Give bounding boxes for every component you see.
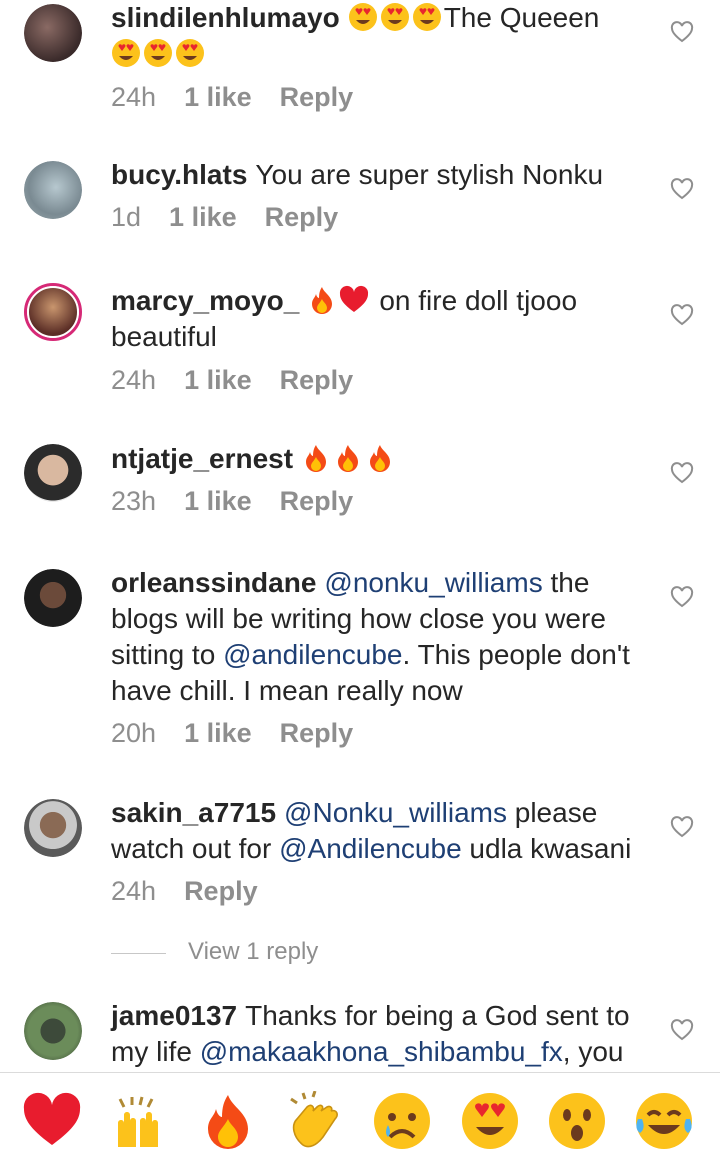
heart-eyes-emoji — [348, 2, 378, 32]
avatar[interactable] — [24, 444, 82, 502]
reply-button[interactable]: Reply — [280, 486, 354, 516]
clapping-hands-icon[interactable] — [285, 1091, 345, 1151]
mention-link[interactable]: @makaakhona_shibambu_fx — [200, 1036, 563, 1067]
comment-text: The Queeen — [443, 2, 600, 33]
heart-eyes-emoji — [143, 38, 173, 68]
avatar[interactable] — [24, 799, 82, 857]
avatar[interactable] — [24, 4, 82, 62]
surprised-face-icon[interactable] — [547, 1091, 607, 1151]
comment-text: , you — [562, 1036, 624, 1067]
red-heart-icon[interactable] — [22, 1091, 82, 1151]
like-count[interactable]: 1 like — [169, 202, 237, 232]
fire-emoji — [307, 285, 337, 315]
mention-link[interactable]: @nonku_williams — [324, 567, 542, 598]
heart-eyes-emoji — [111, 38, 141, 68]
comment-time: 1d — [111, 202, 142, 232]
username[interactable]: ntjatje_ernest — [111, 443, 293, 474]
mention-link[interactable]: @andilencube — [223, 639, 402, 670]
comment-text: beautiful — [111, 321, 217, 352]
fire-icon[interactable] — [198, 1091, 258, 1151]
sad-face-icon[interactable] — [372, 1091, 432, 1151]
username[interactable]: marcy_moyo_ — [111, 285, 299, 316]
username[interactable]: orleanssindane — [111, 567, 316, 598]
username[interactable]: jame0137 — [111, 1000, 237, 1031]
like-count[interactable]: 1 like — [184, 82, 252, 112]
heart-eyes-icon[interactable] — [460, 1091, 520, 1151]
red-heart-emoji — [339, 285, 369, 315]
tears-of-joy-icon[interactable] — [634, 1091, 694, 1151]
comment-time: 20h — [111, 718, 157, 748]
heart-eyes-emoji — [175, 38, 205, 68]
avatar[interactable] — [24, 569, 82, 627]
avatar[interactable] — [24, 283, 82, 341]
fire-emoji — [333, 443, 363, 473]
raising-hands-icon[interactable] — [108, 1091, 168, 1151]
reply-button[interactable]: Reply — [280, 82, 354, 112]
like-heart-icon[interactable] — [670, 816, 694, 838]
reply-button[interactable]: Reply — [280, 718, 354, 748]
comment-time: 24h — [111, 876, 157, 906]
like-count[interactable]: 1 like — [184, 486, 252, 516]
fire-emoji — [365, 443, 395, 473]
comment-text: on fire doll tjooo — [379, 285, 578, 316]
comment-text: udla kwasani — [461, 833, 632, 864]
username[interactable]: slindilenhlumayo — [111, 2, 340, 33]
comment-text: You are super stylish Nonku — [255, 159, 604, 190]
comment-time: 24h — [111, 365, 157, 395]
view-replies-divider — [111, 953, 166, 954]
comment-time: 23h — [111, 486, 157, 516]
comment-time: 24h — [111, 82, 157, 112]
like-heart-icon[interactable] — [670, 1019, 694, 1041]
like-heart-icon[interactable] — [670, 21, 694, 43]
reply-button[interactable]: Reply — [184, 876, 258, 906]
view-replies-button[interactable]: View 1 reply — [188, 938, 318, 966]
avatar[interactable] — [24, 161, 82, 219]
reply-button[interactable]: Reply — [280, 365, 354, 395]
like-heart-icon[interactable] — [670, 178, 694, 200]
mention-link[interactable]: @Andilencube — [279, 833, 462, 864]
like-count[interactable]: 1 like — [184, 365, 252, 395]
like-heart-icon[interactable] — [670, 586, 694, 608]
heart-eyes-emoji — [380, 2, 410, 32]
username[interactable]: sakin_a7715 — [111, 797, 276, 828]
fire-emoji — [301, 443, 331, 473]
like-heart-icon[interactable] — [670, 304, 694, 326]
avatar[interactable] — [24, 1002, 82, 1060]
username[interactable]: bucy.hlats — [111, 159, 247, 190]
reply-button[interactable]: Reply — [265, 202, 339, 232]
like-heart-icon[interactable] — [670, 462, 694, 484]
mention-link[interactable]: @Nonku_williams — [284, 797, 507, 828]
quick-reactions-bar — [0, 1072, 720, 1161]
like-count[interactable]: 1 like — [184, 718, 252, 748]
heart-eyes-emoji — [412, 2, 442, 32]
